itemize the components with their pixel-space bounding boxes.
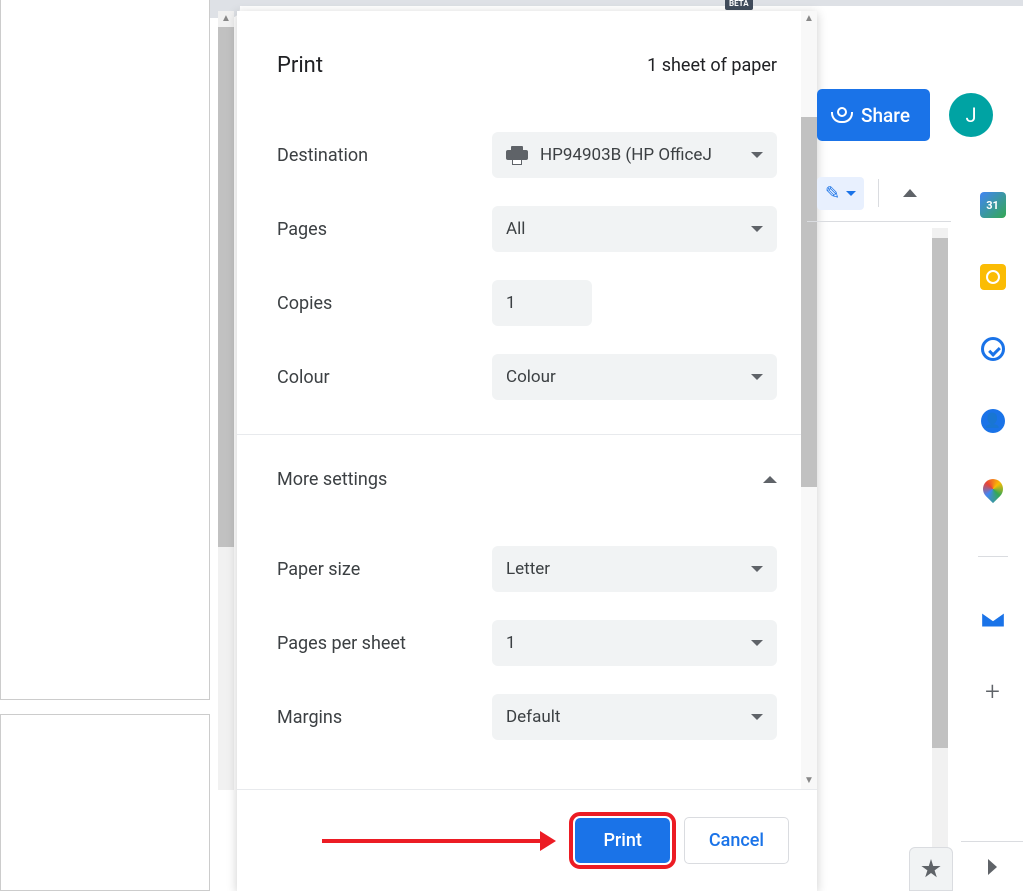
printer-icon [506,146,528,164]
copies-label: Copies [277,293,492,314]
destination-label: Destination [277,145,492,166]
chevron-down-icon [751,640,763,646]
chevron-up-icon [763,476,777,483]
beta-badge: BETA [725,0,753,10]
chevron-down-icon [751,374,763,380]
contacts-icon[interactable]: 👤 [980,408,1006,434]
toolbar-separator [878,179,879,207]
margins-label: Margins [277,707,492,728]
add-addon-button[interactable]: + [980,679,1006,705]
scroll-thumb[interactable] [801,117,817,487]
chevron-right-icon [988,859,997,875]
scroll-up-icon[interactable]: ▲ [218,11,234,27]
share-icon [831,107,851,123]
scroll-thumb[interactable] [218,27,234,547]
maps-icon[interactable] [980,480,1006,506]
calendar-icon[interactable]: 31 [980,192,1006,218]
print-dialog: Print 1 sheet of paper Destination HP949… [237,11,817,891]
chevron-down-icon [846,191,856,196]
paper-size-label: Paper size [277,559,492,580]
chevron-down-icon [751,714,763,720]
mail-icon[interactable] [980,607,1006,633]
scroll-down-icon[interactable]: ▼ [801,773,817,789]
pages-value: All [506,219,525,239]
sheet-count-text: 1 sheet of paper [647,55,777,76]
margins-value: Default [506,707,560,727]
document-scrollbar[interactable] [932,228,948,888]
scroll-thumb[interactable] [932,238,948,748]
toolbar-divider [807,221,951,222]
side-panel: 31 👤 + [961,168,1023,891]
scroll-up-icon[interactable]: ▲ [801,11,817,27]
colour-select[interactable]: Colour [492,354,777,400]
explore-icon [921,859,941,879]
colour-label: Colour [277,367,492,388]
annotation-arrow [322,839,542,843]
pages-per-sheet-value: 1 [506,633,516,653]
more-settings-label: More settings [277,469,387,490]
chevron-down-icon [751,152,763,158]
side-panel-collapse-button[interactable] [961,841,1023,891]
pages-per-sheet-label: Pages per sheet [277,633,492,654]
preview-scrollbar[interactable]: ▲ [218,11,234,790]
colour-value: Colour [506,367,556,387]
pages-select[interactable]: All [492,206,777,252]
copies-input[interactable] [492,280,592,326]
more-settings-toggle[interactable]: More settings [237,435,817,532]
print-preview-page-2 [0,714,210,891]
cancel-button[interactable]: Cancel [684,817,789,864]
print-preview-page-1 [0,0,210,700]
account-avatar[interactable]: J [949,93,993,137]
collapse-toolbar-button[interactable] [893,176,927,210]
chevron-down-icon [751,226,763,232]
pencil-icon: ✎ [825,183,840,204]
margins-select[interactable]: Default [492,694,777,740]
chevron-up-icon [903,189,917,197]
print-dialog-title: Print [277,53,323,78]
share-button[interactable]: Share [817,89,930,141]
paper-size-value: Letter [506,559,550,579]
destination-select[interactable]: HP94903B (HP OfficeJ [492,132,777,178]
pages-label: Pages [277,219,492,240]
destination-value: HP94903B (HP OfficeJ [540,145,712,165]
explore-button[interactable] [909,847,953,891]
editing-mode-button[interactable]: ✎ [817,177,864,210]
tasks-icon[interactable] [980,336,1006,362]
chevron-down-icon [751,566,763,572]
keep-icon[interactable] [980,264,1006,290]
dialog-scrollbar[interactable]: ▲ ▼ [801,11,817,789]
print-button[interactable]: Print [575,818,669,863]
share-label: Share [861,104,910,127]
side-panel-divider [978,556,1008,557]
pages-per-sheet-select[interactable]: 1 [492,620,777,666]
paper-size-select[interactable]: Letter [492,546,777,592]
